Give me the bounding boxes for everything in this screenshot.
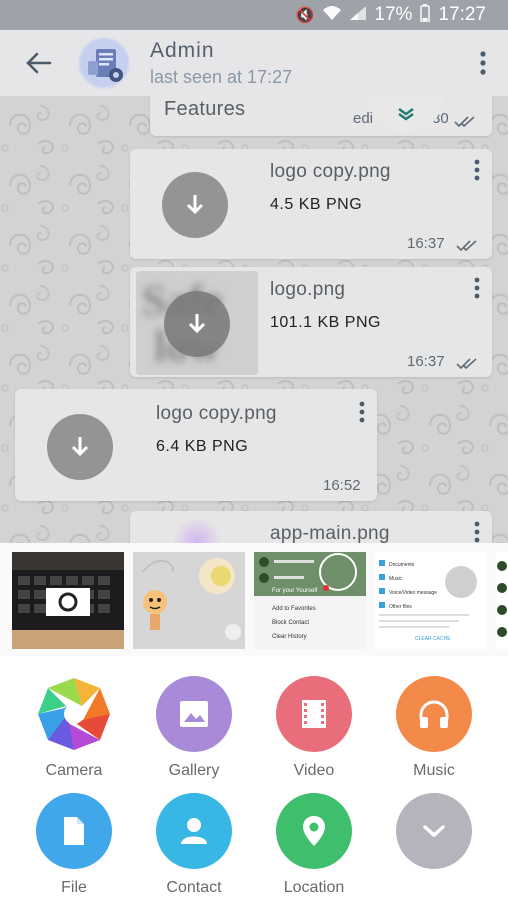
message-menu-icon[interactable] [473, 159, 481, 181]
read-ticks-icon [454, 116, 475, 127]
gallery-action[interactable]: Gallery [144, 676, 244, 780]
setting-item: Other files [389, 604, 412, 610]
read-ticks-icon [456, 240, 477, 251]
file-message[interactable]: app-main.png [130, 511, 492, 543]
contact-name[interactable]: Admin [150, 39, 458, 63]
attachment-sheet: For your Yourself Add to Favorites Block… [0, 543, 508, 900]
clear-cache-label: CLEAR CACHE [415, 636, 451, 642]
avatar[interactable] [78, 37, 130, 89]
headphones-icon[interactable] [396, 676, 472, 752]
message-menu-icon[interactable] [358, 401, 366, 423]
location-pin-icon[interactable] [276, 793, 352, 869]
battery-percent: 17% [374, 4, 413, 25]
location-action[interactable]: Location [264, 793, 364, 897]
video-label: Video [293, 762, 335, 779]
gallery-icon[interactable] [156, 676, 232, 752]
message-time: 16:37 [407, 353, 445, 370]
overflow-menu-button[interactable] [458, 30, 508, 96]
recent-photo[interactable] [12, 552, 124, 649]
message-menu-icon[interactable] [473, 277, 481, 299]
status-bar: 🔇 17% 17:27 [0, 0, 508, 30]
gallery-label: Gallery [168, 762, 220, 779]
setting-item: Voice/Video message [389, 590, 437, 596]
file-name: logo.png [270, 279, 346, 300]
menu-item: Clear History [272, 634, 307, 640]
read-ticks-icon [456, 358, 477, 369]
music-label: Music [413, 762, 455, 779]
setting-item: Music [389, 576, 403, 582]
message-time: 16:52 [323, 477, 361, 494]
back-button[interactable] [0, 30, 78, 96]
music-action[interactable]: Music [384, 676, 484, 780]
recent-photos-strip[interactable]: For your Yourself Add to Favorites Block… [0, 543, 508, 656]
back-arrow-icon [26, 52, 52, 74]
file-message[interactable]: logo copy.png 4.5 KB PNG 16:37 [130, 149, 492, 259]
download-button[interactable] [164, 291, 230, 357]
reply-hint: For your Yourself [272, 588, 318, 594]
battery-icon [420, 4, 431, 26]
recent-photo[interactable]: For your Yourself Add to Favorites Block… [254, 552, 366, 649]
message-time: 16:37 [407, 235, 445, 252]
download-button[interactable] [162, 172, 228, 238]
file-icon[interactable] [36, 793, 112, 869]
file-info: 6.4 KB PNG [156, 438, 249, 455]
signal-icon [350, 6, 367, 24]
download-arrow-icon [186, 195, 204, 215]
admin-avatar-icon [80, 39, 128, 87]
message-menu-icon[interactable] [473, 521, 481, 543]
menu-screenshot-photo: For your Yourself Add to Favorites Block… [254, 552, 366, 649]
location-label: Location [283, 879, 345, 896]
file-message[interactable]: logo copy.png 6.4 KB PNG 16:52 [15, 389, 377, 501]
file-name: app-main.png [270, 523, 390, 543]
settings-screenshot-photo: Documents Music Voice/Video message Othe… [375, 552, 487, 649]
file-name: logo copy.png [270, 161, 391, 182]
chat-header: Admin last seen at 17:27 [0, 30, 508, 96]
laptop-photo [12, 552, 124, 649]
menu-item: Add to Favorites [272, 606, 316, 612]
contact-action[interactable]: Contact [144, 793, 244, 897]
menu-item: Block Contact [272, 620, 309, 626]
chevron-down-icon[interactable] [396, 793, 472, 869]
sticker-photo [133, 552, 245, 649]
download-arrow-icon [71, 437, 89, 457]
collapse-action[interactable] [384, 793, 484, 879]
last-seen-status: last seen at 17:27 [150, 66, 293, 87]
file-action[interactable]: File [24, 793, 124, 897]
setting-item: Documents [389, 562, 415, 568]
file-info: 101.1 KB PNG [270, 314, 381, 331]
recent-photo[interactable] [496, 552, 508, 649]
file-name: logo copy.png [156, 403, 277, 424]
camera-icon[interactable] [36, 676, 112, 752]
download-button[interactable] [47, 414, 113, 480]
chat-area[interactable]: Features edi 30 logo copy.png 4.5 KB PNG… [0, 96, 508, 543]
file-message[interactable]: Safe low logo.png 101.1 KB PNG 16:37 [130, 267, 492, 377]
wifi-icon [322, 5, 342, 25]
mute-icon: 🔇 [295, 7, 315, 24]
camera-action[interactable]: Camera [24, 676, 124, 780]
clock: 17:27 [438, 4, 486, 25]
camera-label: Camera [45, 762, 103, 779]
video-action[interactable]: Video [264, 676, 364, 780]
file-info: 4.5 KB PNG [270, 196, 363, 213]
download-arrow-icon [188, 314, 206, 334]
partial-photo [497, 561, 507, 637]
double-chevron-down-icon [398, 108, 414, 121]
file-label: File [61, 879, 87, 896]
recent-photo[interactable]: Documents Music Voice/Video message Othe… [375, 552, 487, 649]
recent-photo[interactable] [133, 552, 245, 649]
message-time-partial: edi [353, 110, 374, 127]
person-icon[interactable] [156, 793, 232, 869]
contact-label: Contact [166, 879, 222, 896]
video-icon[interactable] [276, 676, 352, 752]
thumbnail-glow [172, 517, 222, 543]
image-thumbnail: Safe low [136, 271, 258, 375]
more-vert-icon [480, 51, 486, 75]
attachment-actions: Camera Gallery Video Music File Contact … [0, 656, 508, 900]
features-label: Features [164, 98, 246, 120]
